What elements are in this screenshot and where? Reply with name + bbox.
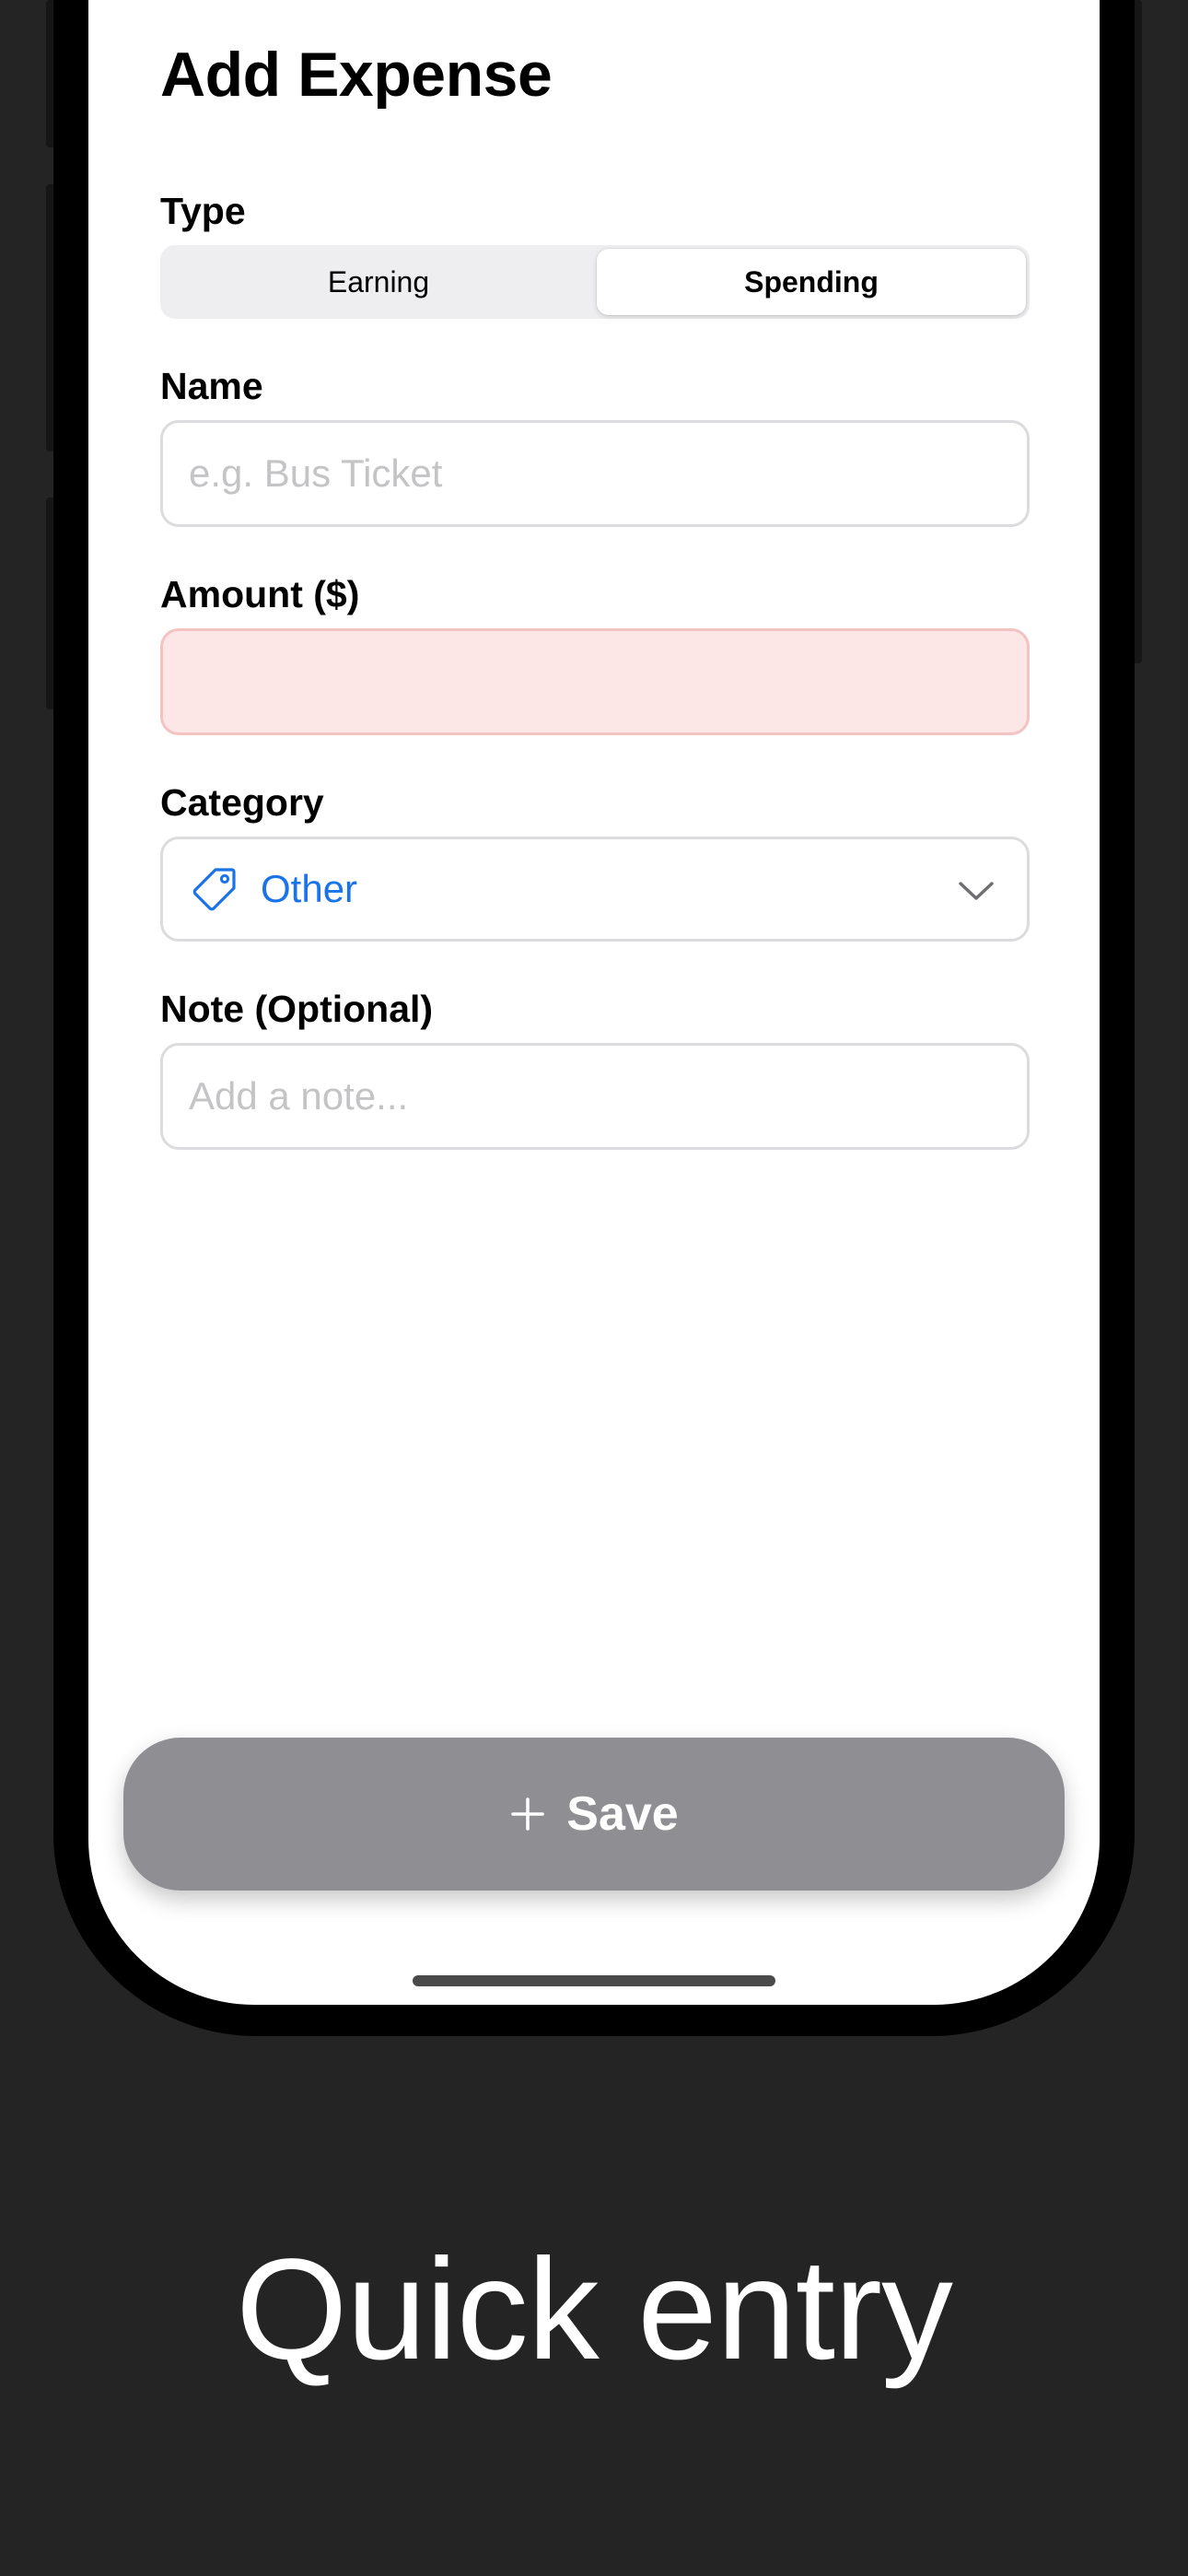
note-input[interactable] xyxy=(160,1043,1030,1150)
category-value: Other xyxy=(261,867,358,910)
segment-earning[interactable]: Earning xyxy=(164,249,593,315)
promo-caption: Quick entry xyxy=(236,2230,953,2390)
type-segmented-control: Earning Spending xyxy=(160,245,1030,319)
amount-input[interactable] xyxy=(160,628,1030,735)
plus-icon xyxy=(511,1797,545,1831)
tag-icon xyxy=(192,868,236,911)
phone-screen: Add Expense Type Earning Spending Name A… xyxy=(88,0,1100,2005)
category-label: Category xyxy=(160,781,324,824)
type-label: Type xyxy=(160,190,246,232)
name-input[interactable] xyxy=(160,420,1030,527)
amount-label: Amount ($) xyxy=(160,573,360,615)
save-button-label: Save xyxy=(566,1787,679,1841)
name-label: Name xyxy=(160,365,263,407)
chevron-down-icon xyxy=(959,882,994,900)
note-label: Note (Optional) xyxy=(160,988,434,1030)
category-dropdown[interactable]: Other xyxy=(160,837,1030,942)
home-indicator xyxy=(413,1975,775,1986)
save-button[interactable]: Save xyxy=(123,1738,1065,1891)
segment-spending[interactable]: Spending xyxy=(597,249,1026,315)
page-title: Add Expense xyxy=(160,40,553,110)
